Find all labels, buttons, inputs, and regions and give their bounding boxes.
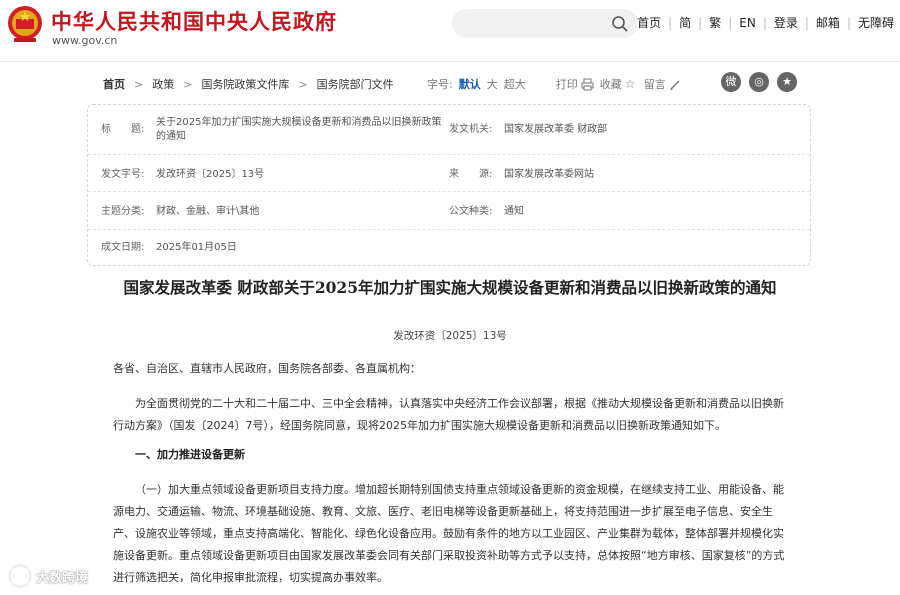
- star-outline-icon[interactable]: ☆: [625, 77, 638, 91]
- pencil-icon[interactable]: [669, 78, 682, 91]
- favorite-button[interactable]: 收藏: [600, 76, 622, 92]
- simplified-link[interactable]: 简: [679, 14, 691, 31]
- meta-title-label: 标 题:: [101, 124, 145, 135]
- search-icon[interactable]: [611, 15, 629, 33]
- site-title[interactable]: 中华人民共和国中央人民政府: [51, 6, 337, 36]
- meta-type-label: 公文种类:: [449, 206, 493, 217]
- search-input[interactable]: [464, 13, 604, 34]
- font-size-label: 字号:: [427, 78, 453, 91]
- search-box[interactable]: [452, 9, 638, 38]
- login-link[interactable]: 登录: [774, 14, 798, 31]
- home-link[interactable]: 首页: [637, 14, 661, 31]
- meta-topic-label: 主题分类:: [101, 206, 145, 217]
- meta-row-title: 标 题: 关于2025年加力扩围实施大规模设备更新和消费品以旧换新政策的通知 发…: [88, 105, 810, 155]
- meta-source-value: 国家发展改革委网站: [504, 169, 594, 180]
- print-button[interactable]: 打印: [556, 76, 578, 92]
- meta-title-value: 关于2025年加力扩围实施大规模设备更新和消费品以旧换新政策的通知: [156, 117, 442, 142]
- breadcrumb-policy-library[interactable]: 国务院政策文件库: [201, 76, 289, 92]
- watermark: 大数跨境: [10, 566, 88, 586]
- breadcrumb-separator: >: [183, 77, 193, 91]
- font-default-option[interactable]: 默认: [459, 76, 481, 92]
- section-heading: 一、加力推进设备更新: [135, 448, 245, 461]
- share-buttons: 微 ◎ ★: [721, 72, 805, 92]
- page-tools: 字号: 默认 大 超大 打印 收藏 ☆ 留言: [427, 76, 682, 92]
- breadcrumb: 首页 > 政策 > 国务院政策文件库 > 国务院部门文件: [103, 76, 394, 92]
- salutation-paragraph: 各省、自治区、直辖市人民政府，国务院各部委、各直属机构：: [113, 362, 421, 375]
- meta-docno-value: 发改环资〔2025〕13号: [156, 169, 265, 180]
- breadcrumb-policy[interactable]: 政策: [152, 76, 174, 92]
- font-large-option[interactable]: 大: [487, 76, 498, 92]
- meta-issuer-label: 发文机关:: [449, 124, 493, 135]
- intro-paragraph: 为全面贯彻党的二十大和二十届二中、三中全会精神，认真落实中央经济工作会议部署，根…: [113, 397, 784, 432]
- meta-date-value: 2025年01月05日: [156, 242, 237, 253]
- meta-docno-label: 发文字号:: [101, 169, 145, 180]
- favorite-star-icon[interactable]: ★: [777, 72, 797, 92]
- meta-source-label: 来 源:: [449, 169, 493, 180]
- breadcrumb-bar: 首页 > 政策 > 国务院政策文件库 > 国务院部门文件 字号: 默认 大 超大…: [0, 62, 900, 102]
- traditional-link[interactable]: 繁: [709, 14, 721, 31]
- breadcrumb-home[interactable]: 首页: [103, 76, 125, 92]
- watermark-text: 大数跨境: [36, 570, 89, 586]
- mailbox-link[interactable]: 邮箱: [816, 14, 840, 31]
- meta-row-topic: 主题分类: 财政、金融、审计\其他 公文种类: 通知: [88, 192, 810, 230]
- meta-issuer-value: 国家发展改革委 财政部: [504, 124, 608, 135]
- english-link[interactable]: EN: [739, 16, 756, 30]
- comment-button[interactable]: 留言: [644, 76, 666, 92]
- breadcrumb-separator: >: [134, 77, 144, 91]
- meta-row-date: 成文日期: 2025年01月05日: [88, 230, 810, 266]
- meta-type-value: 通知: [504, 206, 524, 217]
- meta-date-label: 成文日期:: [101, 242, 145, 253]
- meta-topic-value: 财政、金融、审计\其他: [156, 206, 260, 217]
- site-header: 中华人民共和国中央人民政府 www.gov.cn 首页 | 简 | 繁 | EN | 登…: [0, 0, 900, 62]
- document-number: 发改环资〔2025〕13号: [393, 330, 507, 342]
- item-paragraph: （一）加大重点领域设备更新项目支持力度。增加超长期特别国债支持重点领域设备更新的…: [113, 483, 785, 584]
- font-xlarge-option[interactable]: 超大: [504, 76, 526, 92]
- top-links: 首页 | 简 | 繁 | EN | 登录 | 邮箱 | 无障碍: [637, 14, 894, 31]
- meta-row-docno: 发文字号: 发改环资〔2025〕13号 来 源: 国家发展改革委网站: [88, 155, 810, 192]
- watermark-logo-icon: [10, 566, 30, 586]
- document-metadata-table: 标 题: 关于2025年加力扩围实施大规模设备更新和消费品以旧换新政策的通知 发…: [87, 104, 811, 266]
- weibo-icon[interactable]: 微: [721, 72, 741, 92]
- accessibility-link[interactable]: 无障碍: [858, 14, 894, 31]
- document-title: 国家发展改革委 财政部关于2025年加力扩围实施大规模设备更新和消费品以旧换新政…: [123, 278, 777, 297]
- site-url: www.gov.cn: [52, 34, 118, 47]
- national-emblem-icon[interactable]: [6, 4, 44, 44]
- breadcrumb-department-docs[interactable]: 国务院部门文件: [317, 76, 394, 92]
- breadcrumb-separator: >: [298, 77, 308, 91]
- print-icon[interactable]: [581, 78, 594, 91]
- wechat-icon[interactable]: ◎: [749, 72, 769, 92]
